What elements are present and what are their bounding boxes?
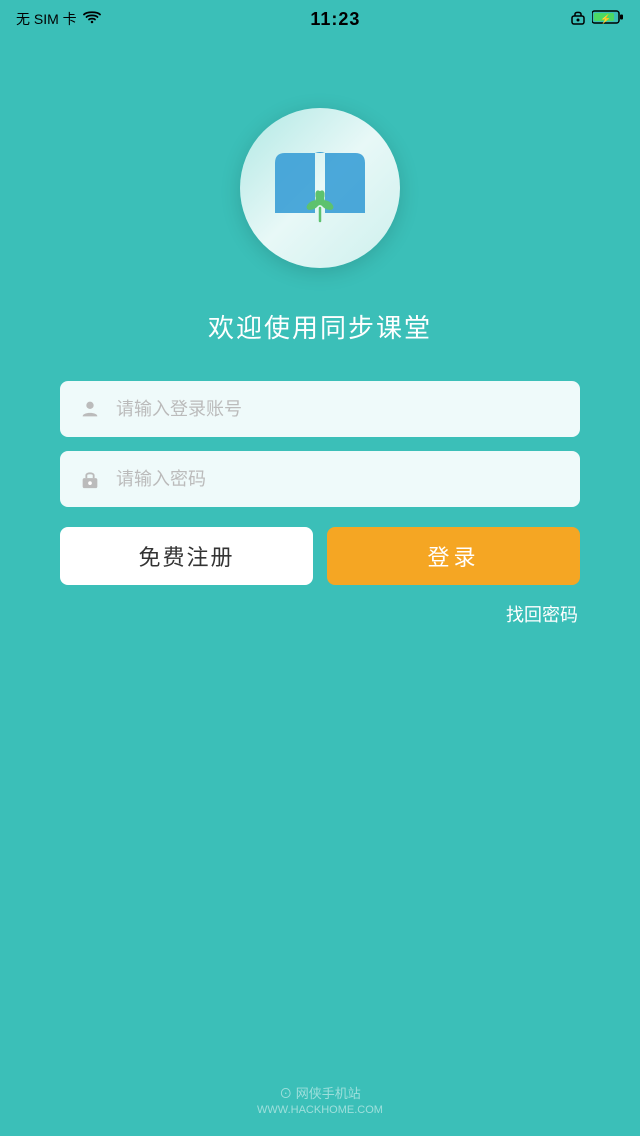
wifi-icon xyxy=(83,11,101,28)
watermark-line1: ⊙ 网侠手机站 xyxy=(279,1083,361,1102)
logo-inner xyxy=(255,123,385,253)
username-input-container xyxy=(60,381,580,437)
register-button[interactable]: 免费注册 xyxy=(60,527,313,585)
logo-svg xyxy=(265,143,375,233)
login-button[interactable]: 登录 xyxy=(327,527,580,585)
watermark: ⊙ 网侠手机站 WWW.HACKHOME.COM xyxy=(0,1083,640,1116)
password-lock-icon xyxy=(76,465,104,493)
username-input[interactable] xyxy=(116,399,564,420)
password-input[interactable] xyxy=(116,469,564,490)
lock-icon xyxy=(570,9,586,29)
form-area: 免费注册 登录 找回密码 xyxy=(60,381,580,627)
watermark-line2: WWW.HACKHOME.COM xyxy=(257,1104,383,1116)
status-time: 11:23 xyxy=(310,9,360,30)
status-bar: 无 SIM 卡 11:23 xyxy=(0,0,640,38)
svg-text:⚡: ⚡ xyxy=(600,13,611,25)
status-left: 无 SIM 卡 xyxy=(16,9,101,29)
battery-icon: ⚡ xyxy=(592,9,624,29)
forgot-password-link[interactable]: 找回密码 xyxy=(60,601,580,627)
user-icon xyxy=(76,395,104,423)
password-input-container xyxy=(60,451,580,507)
welcome-text: 欢迎使用同步课堂 xyxy=(208,308,432,345)
app-logo xyxy=(240,108,400,268)
no-sim-text: 无 SIM 卡 xyxy=(16,9,77,29)
status-right: ⚡ xyxy=(570,9,624,29)
main-content: 欢迎使用同步课堂 免费 xyxy=(0,38,640,627)
buttons-row: 免费注册 登录 xyxy=(60,527,580,585)
